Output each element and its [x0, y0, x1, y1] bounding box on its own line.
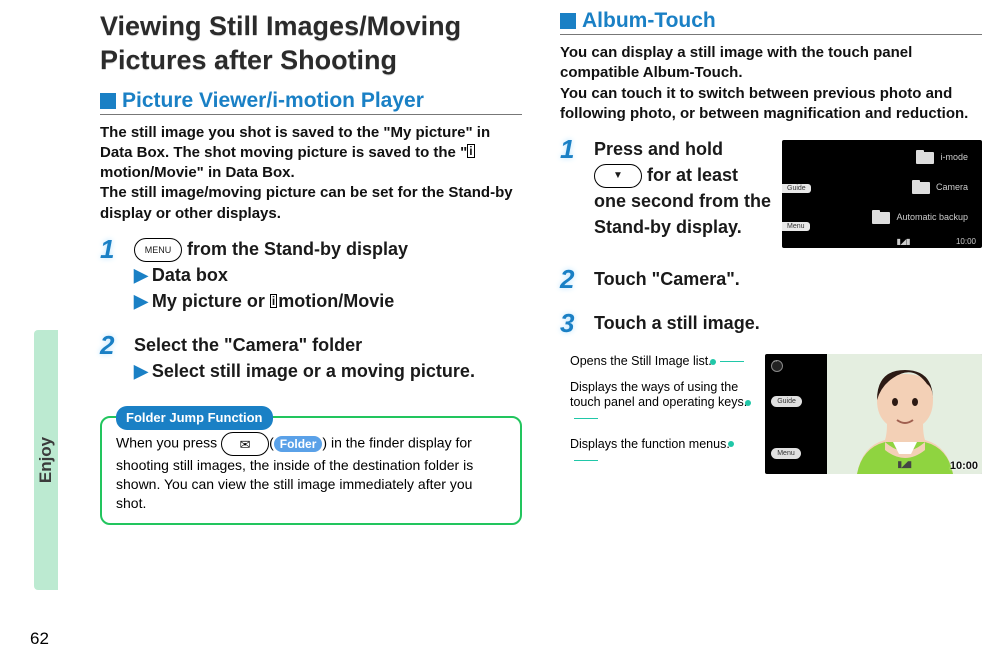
folder-jump-callout: Folder Jump Function When you press ✉(Fo…	[100, 416, 522, 525]
section-a-step-2: 2 Select the "Camera" folder ▶Select sti…	[100, 332, 522, 384]
status-bars-icon: ▮◢▮	[897, 459, 911, 470]
clock-label: 10:00	[956, 237, 976, 246]
section-b-step-3: 3 Touch a still image.	[560, 310, 982, 336]
section-a-lead: The still image you shot is saved to the…	[100, 123, 522, 224]
list-button-icon	[771, 360, 783, 372]
section-b-step-2: 2 Touch "Camera".	[560, 266, 982, 292]
down-key-icon: ▼	[594, 164, 642, 188]
photo-area	[827, 354, 982, 474]
imotion-icon: i	[467, 144, 474, 158]
folder-icon	[872, 210, 890, 224]
menu-key-icon: MENU	[134, 238, 182, 262]
step-body: Touch "Camera".	[594, 266, 982, 292]
section-b-step-1: 1 Press and hold ▼ for at least one seco…	[560, 136, 982, 248]
section-a-step-1: 1 MENU from the Stand-by display ▶Data b…	[100, 236, 522, 314]
folder-item: Automatic backup	[872, 210, 968, 224]
step-number-icon: 2	[560, 264, 574, 295]
section-title: Picture Viewer/i-motion Player	[122, 90, 424, 112]
mail-key-icon: ✉	[221, 432, 269, 456]
screenshot-still-image-view: Guide Menu ▮◢▮ 10:00	[765, 354, 982, 474]
callout-label: Folder Jump Function	[116, 406, 273, 430]
folder-icon	[916, 150, 934, 164]
page-content: Viewing Still Images/Moving Pictures aft…	[0, 0, 1004, 661]
status-bars-icon: ▮◢▮	[897, 237, 910, 246]
guide-button: Guide	[771, 396, 802, 407]
folder-item: i-mode	[916, 150, 968, 164]
annotation-line: Displays the ways of using the touch pan…	[570, 380, 757, 427]
leader-dot-icon	[728, 441, 734, 447]
annotation-block: Opens the Still Image list. Displays the…	[570, 354, 982, 478]
section-heading-album-touch: Album-Touch	[560, 10, 982, 35]
step-body: MENU from the Stand-by display ▶Data box…	[134, 236, 522, 314]
page-title: Viewing Still Images/Moving Pictures aft…	[100, 10, 522, 78]
arrow-icon: ▶	[134, 291, 148, 311]
annotation-text-column: Opens the Still Image list. Displays the…	[570, 354, 757, 478]
step-body: Select the "Camera" folder ▶Select still…	[134, 332, 522, 384]
screenshot-folder-list: i-mode Camera Automatic backup Guide Men…	[782, 140, 982, 248]
folder-icon	[912, 180, 930, 194]
annotation-line: Opens the Still Image list.	[570, 354, 757, 370]
portrait-icon	[827, 354, 982, 474]
step-number-icon: 1	[560, 134, 574, 165]
imotion-icon: i	[270, 294, 277, 308]
clock-label: 10:00	[950, 460, 978, 472]
section-bullet-icon	[560, 13, 576, 29]
step-body: Press and hold ▼ for at least one second…	[594, 136, 772, 241]
leader-dot-icon	[710, 359, 716, 365]
annotation-line: Displays the function menus.	[570, 437, 757, 468]
leader-dot-icon	[745, 400, 751, 406]
section-heading-picture-viewer: Picture Viewer/i-motion Player	[100, 90, 522, 115]
step-number-icon: 1	[100, 234, 114, 265]
section-bullet-icon	[100, 93, 116, 109]
section-b-lead: You can display a still image with the t…	[560, 43, 982, 124]
guide-tag: Guide	[782, 184, 811, 193]
arrow-icon: ▶	[134, 265, 148, 285]
step-body: Touch a still image.	[594, 310, 982, 336]
section-title: Album-Touch	[582, 10, 716, 32]
arrow-icon: ▶	[134, 361, 148, 381]
folder-item: Camera	[912, 180, 968, 194]
step-number-icon: 2	[100, 330, 114, 361]
folder-softkey-icon: Folder	[274, 436, 323, 452]
menu-button: Menu	[771, 448, 801, 459]
step-number-icon: 3	[560, 308, 574, 339]
menu-tag: Menu	[782, 222, 810, 231]
